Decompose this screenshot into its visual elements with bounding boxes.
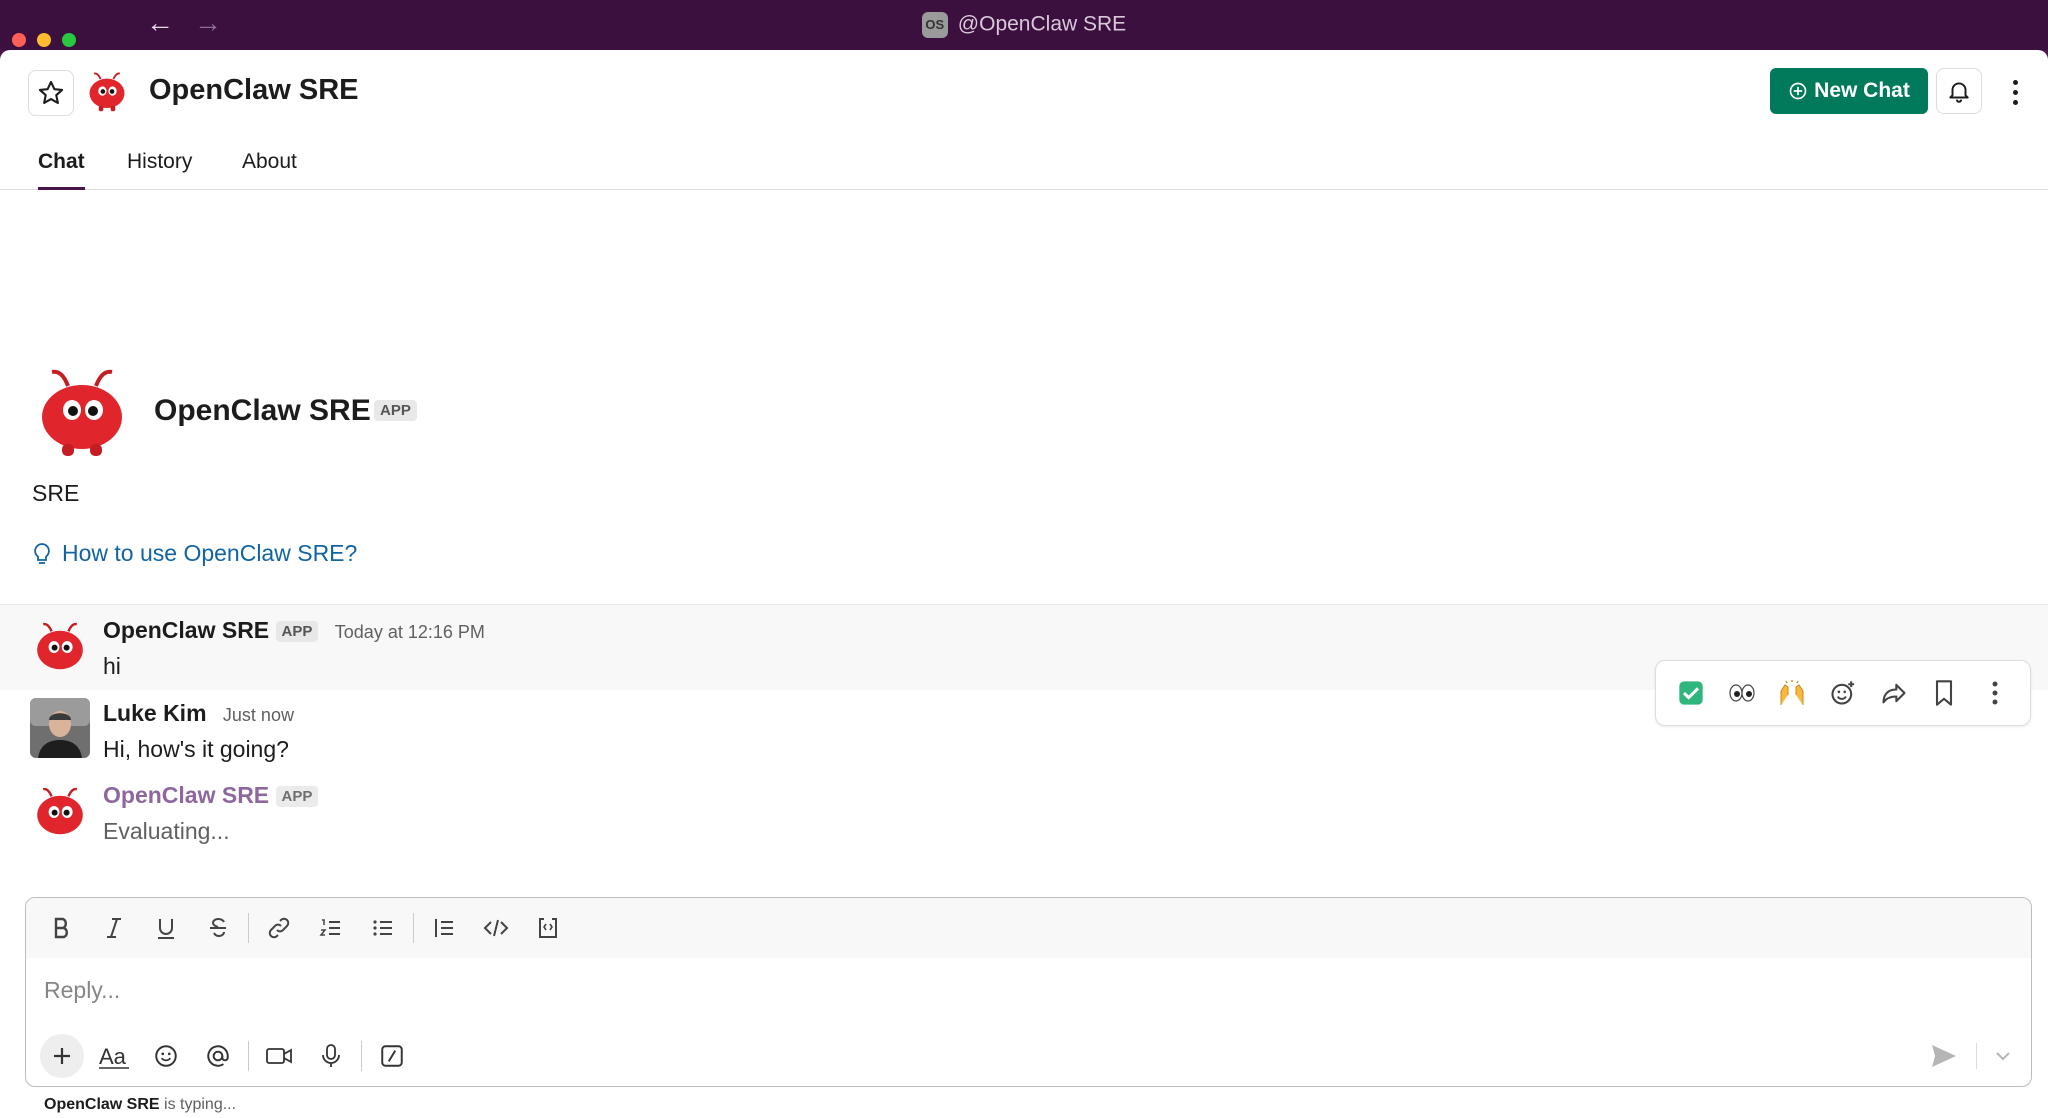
composer-actions: Aa <box>26 1028 2031 1084</box>
tab-about[interactable]: About <box>242 150 297 190</box>
typing-indicator: OpenClaw SRE is typing... <box>44 1096 236 1114</box>
message-timestamp[interactable]: Today at 12:16 PM <box>335 622 485 642</box>
intro-avatar-icon <box>42 369 122 456</box>
message-author[interactable]: OpenClaw SRE APP <box>103 782 319 809</box>
toolbar-divider <box>1976 1043 1977 1069</box>
intro-description: SRE <box>32 480 80 506</box>
notifications-button[interactable] <box>1936 68 1982 114</box>
plus-icon[interactable] <box>40 1034 84 1078</box>
user-avatar[interactable] <box>30 698 90 758</box>
message-author[interactable]: OpenClaw SRE APP Today at 12:16 PM <box>103 617 485 644</box>
lightbulb-icon <box>34 542 50 564</box>
bullet-list-icon[interactable] <box>361 906 405 950</box>
window-title-text: @OpenClaw SRE <box>957 12 1127 36</box>
star-icon <box>38 80 64 104</box>
message-text: Hi, how's it going? <box>103 736 289 762</box>
new-chat-label: New Chat <box>1814 79 1910 102</box>
message-text: hi <box>103 653 121 679</box>
bell-icon <box>1949 82 1969 103</box>
message-row[interactable]: OpenClaw SRE APP Evaluating... <box>0 774 2048 874</box>
toolbar-divider <box>248 913 249 943</box>
typing-suffix: is typing... <box>159 1096 237 1113</box>
app-badge: APP <box>374 400 417 421</box>
new-chat-icon <box>1789 82 1807 100</box>
author-name[interactable]: OpenClaw SRE <box>103 782 269 808</box>
tab-history[interactable]: History <box>127 150 192 190</box>
channel-header: OpenClaw SRE New Chat <box>0 50 2048 136</box>
howto-link-text: How to use OpenClaw SRE? <box>62 540 358 566</box>
app-badge: APP <box>275 621 319 643</box>
toolbar-divider <box>413 913 414 943</box>
slash-command-icon[interactable] <box>370 1034 414 1078</box>
message-row[interactable]: Luke Kim Just now Hi, how's it going? <box>0 690 2048 774</box>
code-block-icon[interactable] <box>526 906 570 950</box>
svg-text:Aa: Aa <box>99 1044 127 1069</box>
main-panel: OpenClaw SRE New Chat Chat History About… <box>0 50 2048 1118</box>
author-name[interactable]: Luke Kim <box>103 700 207 726</box>
underline-icon[interactable] <box>144 906 188 950</box>
channel-tabs: Chat History About <box>0 150 2048 190</box>
tab-chat[interactable]: Chat <box>38 150 85 190</box>
strikethrough-icon[interactable] <box>196 906 240 950</box>
blockquote-icon[interactable] <box>422 906 466 950</box>
ordered-list-icon[interactable] <box>309 906 353 950</box>
formatting-toolbar <box>26 898 2031 958</box>
send-icon[interactable] <box>1930 1043 1958 1069</box>
code-icon[interactable] <box>474 906 518 950</box>
author-name[interactable]: OpenClaw SRE <box>103 617 269 643</box>
italic-icon[interactable] <box>92 906 136 950</box>
send-controls <box>1930 1028 2011 1084</box>
star-button[interactable] <box>28 70 74 116</box>
message-text: Evaluating... <box>103 818 230 844</box>
app-badge: APP <box>275 786 319 808</box>
toolbar-divider <box>248 1041 249 1071</box>
bot-avatar-icon <box>37 787 83 835</box>
text-format-icon[interactable]: Aa <box>92 1034 136 1078</box>
howto-link[interactable]: How to use OpenClaw SRE? <box>32 540 357 567</box>
openclaw-avatar-icon <box>89 72 125 112</box>
window-title: OS @OpenClaw SRE <box>0 12 2048 38</box>
chevron-down-icon[interactable] <box>1995 1050 2011 1062</box>
message-author[interactable]: Luke Kim Just now <box>103 700 294 727</box>
kebab-icon[interactable] <box>2000 70 2030 114</box>
message-timestamp[interactable]: Just now <box>223 705 294 725</box>
mention-icon[interactable] <box>196 1034 240 1078</box>
link-icon[interactable] <box>257 906 301 950</box>
typing-name: OpenClaw SRE <box>44 1096 160 1113</box>
title-bar: ← → OS @OpenClaw SRE <box>0 0 2048 50</box>
message-composer: Aa <box>25 897 2032 1087</box>
workspace-badge: OS <box>921 12 948 38</box>
reply-input[interactable] <box>44 970 1944 1010</box>
video-icon[interactable] <box>257 1034 301 1078</box>
intro-name[interactable]: OpenClaw SRE <box>154 394 371 428</box>
new-chat-button[interactable]: New Chat <box>1770 68 1928 114</box>
emoji-icon[interactable] <box>144 1034 188 1078</box>
bold-icon[interactable] <box>40 906 84 950</box>
page-title[interactable]: OpenClaw SRE <box>149 74 359 107</box>
toolbar-divider <box>361 1041 362 1071</box>
bot-avatar-icon <box>37 622 83 670</box>
microphone-icon[interactable] <box>309 1034 353 1078</box>
